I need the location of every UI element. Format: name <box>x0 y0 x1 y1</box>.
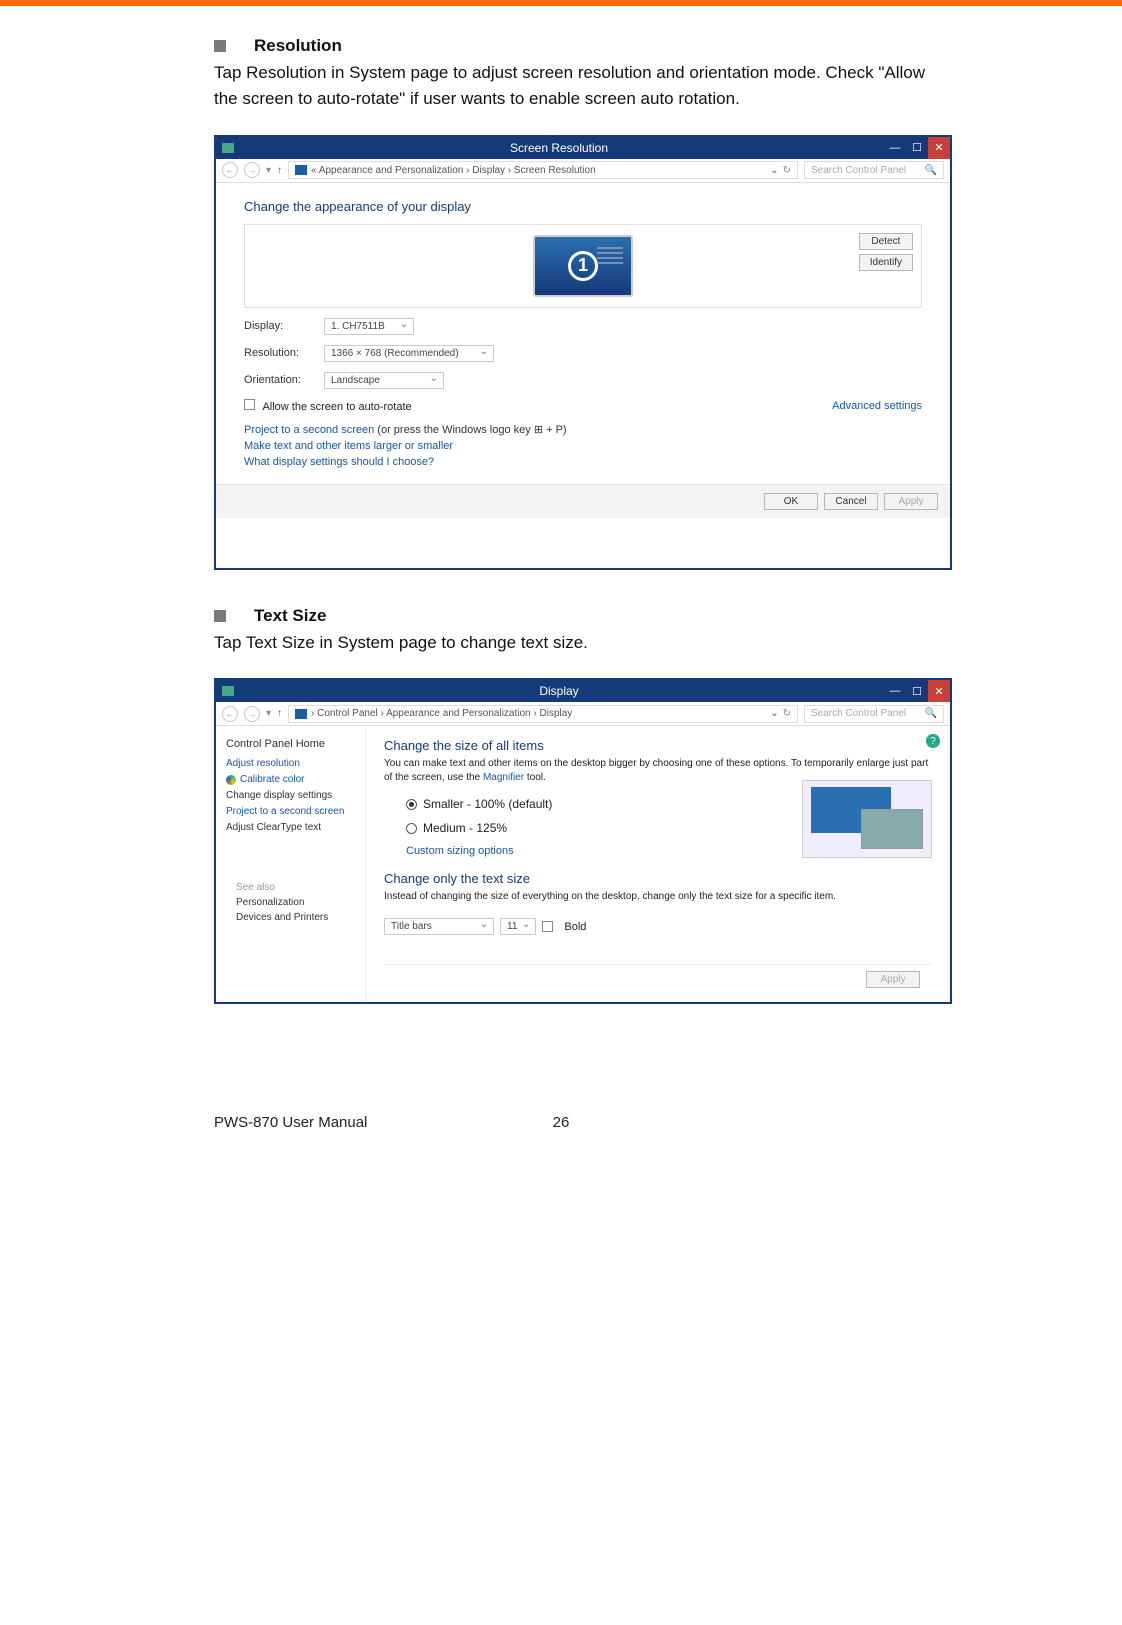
bullet-icon <box>214 40 226 52</box>
sidebar-cleartype[interactable]: Adjust ClearType text <box>226 822 355 833</box>
bold-checkbox[interactable] <box>542 921 553 932</box>
footer-page-number: 26 <box>553 1114 570 1131</box>
breadcrumb[interactable]: « Appearance and Personalization › Displ… <box>288 161 798 179</box>
detect-button[interactable]: Detect <box>859 233 913 250</box>
magnifier-link[interactable]: Magnifier <box>483 772 524 783</box>
bold-label: Bold <box>564 921 586 933</box>
desc-text-only: Instead of changing the size of everythi… <box>384 890 932 904</box>
what-settings-link[interactable]: What display settings should I choose? <box>244 456 922 468</box>
history-button[interactable]: ▾ <box>266 165 271 176</box>
autorotate-label: Allow the screen to auto-rotate <box>262 401 411 413</box>
autorotate-checkbox[interactable] <box>244 399 255 410</box>
monitor-icon <box>295 165 307 175</box>
seealso-personalization[interactable]: Personalization <box>236 897 345 908</box>
apply-button[interactable]: Apply <box>866 971 920 988</box>
window-icon <box>222 686 234 696</box>
sidebar-change-display[interactable]: Change display settings <box>226 790 355 801</box>
display-label: Display: <box>244 320 324 332</box>
heading-change-size: Change the size of all items <box>384 738 932 753</box>
radio-medium[interactable] <box>406 823 417 834</box>
monitor-grid-icon <box>597 247 623 265</box>
resolution-select[interactable]: 1366 × 768 (Recommended) <box>324 345 494 362</box>
display-select[interactable]: 1. CH7511B <box>324 318 414 335</box>
back-button[interactable]: ← <box>222 162 238 178</box>
search-input[interactable]: Search Control Panel 🔍 <box>804 705 944 723</box>
ok-button[interactable]: OK <box>764 493 818 510</box>
text-item-select[interactable]: Title bars <box>384 918 494 935</box>
bullet-icon <box>214 610 226 622</box>
window-title: Display <box>234 684 884 698</box>
section-heading-textsize: Text Size <box>254 606 326 626</box>
breadcrumb[interactable]: › Control Panel › Appearance and Persona… <box>288 705 798 723</box>
minimize-button[interactable]: — <box>884 680 906 702</box>
sidebar-calibrate-color[interactable]: Calibrate color <box>226 774 355 785</box>
breadcrumb-text: « Appearance and Personalization › Displ… <box>311 165 596 176</box>
apply-button[interactable]: Apply <box>884 493 938 510</box>
back-button[interactable]: ← <box>222 706 238 722</box>
search-icon: 🔍 <box>925 165 937 176</box>
resolution-label: Resolution: <box>244 347 324 359</box>
forward-button[interactable]: → <box>244 162 260 178</box>
project-screen-link[interactable]: Project to a second screen (or press the… <box>244 423 922 436</box>
window-icon <box>222 143 234 153</box>
orientation-label: Orientation: <box>244 374 324 386</box>
sidebar-project[interactable]: Project to a second screen <box>226 806 355 817</box>
maximize-button[interactable]: ☐ <box>906 137 928 159</box>
advanced-settings-link[interactable]: Advanced settings <box>832 400 922 412</box>
maximize-button[interactable]: ☐ <box>906 680 928 702</box>
footer-manual: PWS-870 User Manual <box>214 1114 367 1131</box>
monitor-number: 1 <box>568 251 598 281</box>
search-placeholder: Search Control Panel <box>811 165 906 176</box>
refresh-button[interactable]: ↻ <box>783 708 791 719</box>
up-button[interactable]: ↑ <box>277 165 282 176</box>
help-icon[interactable]: ? <box>926 734 940 748</box>
monitor-preview[interactable]: 1 <box>533 235 633 297</box>
minimize-button[interactable]: — <box>884 137 906 159</box>
cancel-button[interactable]: Cancel <box>824 493 878 510</box>
font-size-select[interactable]: 11 <box>500 918 536 935</box>
breadcrumb-text: › Control Panel › Appearance and Persona… <box>311 708 572 719</box>
color-wheel-icon <box>226 775 236 785</box>
breadcrumb-chevron-icon: ⌄ <box>770 165 778 176</box>
size-preview <box>802 780 932 858</box>
panel-heading: Change the appearance of your display <box>244 199 922 214</box>
search-placeholder: Search Control Panel <box>811 708 906 719</box>
section-text-resolution: Tap Resolution in System page to adjust … <box>214 60 952 113</box>
history-button[interactable]: ▾ <box>266 708 271 719</box>
monitor-preview-panel: 1 Detect Identify <box>244 224 922 308</box>
forward-button[interactable]: → <box>244 706 260 722</box>
radio-medium-label: Medium - 125% <box>423 821 507 835</box>
search-input[interactable]: Search Control Panel 🔍 <box>804 161 944 179</box>
close-button[interactable]: ✕ <box>928 137 950 159</box>
seealso-devices[interactable]: Devices and Printers <box>236 912 345 923</box>
search-icon: 🔍 <box>925 708 937 719</box>
monitor-icon <box>295 709 307 719</box>
close-button[interactable]: ✕ <box>928 680 950 702</box>
up-button[interactable]: ↑ <box>277 708 282 719</box>
breadcrumb-chevron-icon: ⌄ <box>770 708 778 719</box>
make-text-link[interactable]: Make text and other items larger or smal… <box>244 440 922 452</box>
seealso-heading: See also <box>236 882 345 893</box>
sidebar-adjust-resolution[interactable]: Adjust resolution <box>226 758 355 769</box>
radio-smaller-label: Smaller - 100% (default) <box>423 797 552 811</box>
orientation-select[interactable]: Landscape <box>324 372 444 389</box>
heading-text-only: Change only the text size <box>384 871 932 886</box>
section-heading-resolution: Resolution <box>254 36 342 56</box>
identify-button[interactable]: Identify <box>859 254 913 271</box>
screenshot-resolution: Screen Resolution — ☐ ✕ ← → ▾ ↑ « Appear… <box>214 135 952 570</box>
radio-smaller[interactable] <box>406 799 417 810</box>
screenshot-display: Display — ☐ ✕ ← → ▾ ↑ › Control Panel › … <box>214 678 952 1004</box>
refresh-button[interactable]: ↻ <box>783 165 791 176</box>
section-text-textsize: Tap Text Size in System page to change t… <box>214 630 952 656</box>
window-title: Screen Resolution <box>234 141 884 155</box>
sidebar-home[interactable]: Control Panel Home <box>226 738 355 750</box>
